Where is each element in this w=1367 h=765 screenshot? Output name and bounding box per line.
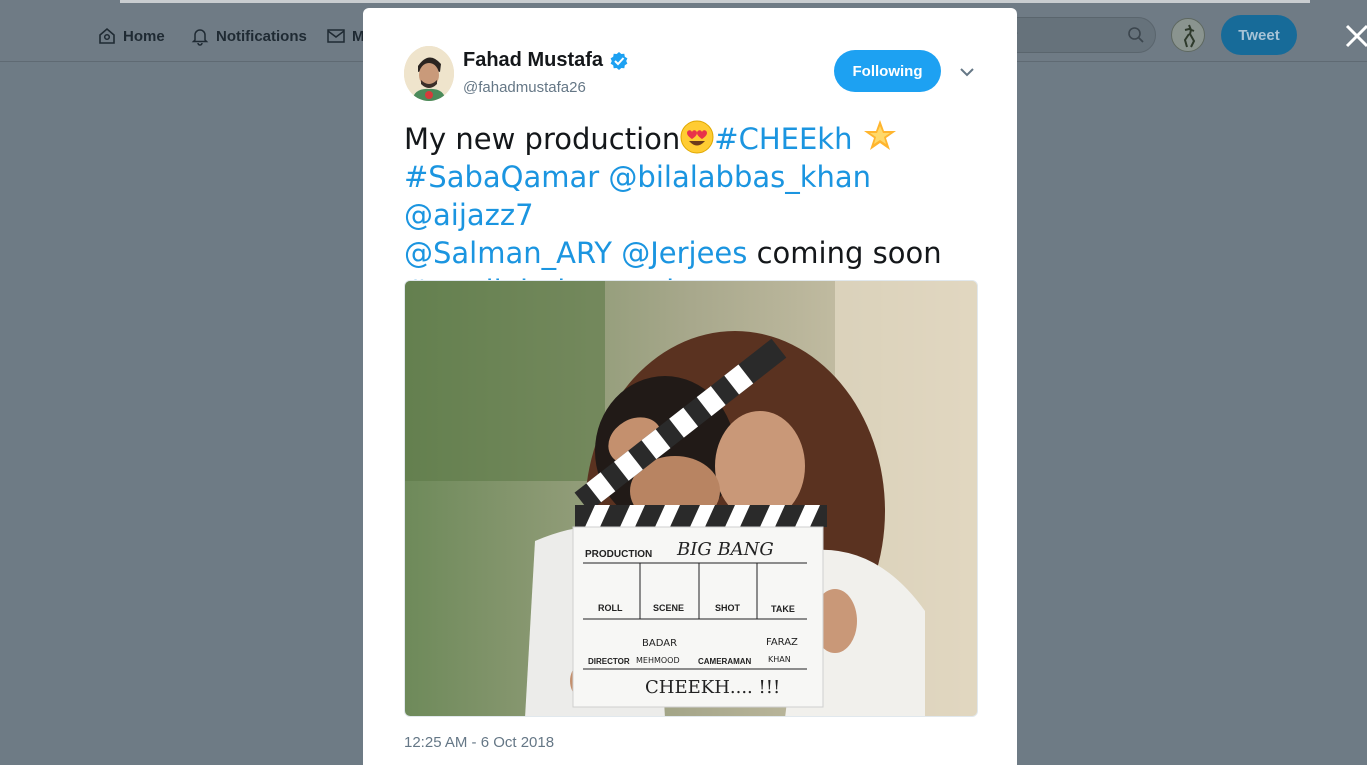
compose-tweet-button[interactable]: Tweet xyxy=(1221,15,1297,55)
nav-messages[interactable]: M xyxy=(326,24,365,48)
clapper-director-value-1: BADAR xyxy=(642,638,677,649)
envelope-icon xyxy=(327,29,345,43)
author-name[interactable]: Fahad Mustafa xyxy=(463,49,629,72)
clapper-shot-label: SHOT xyxy=(715,603,741,613)
nav-notifications[interactable]: Notifications xyxy=(190,24,307,48)
author-name-text: Fahad Mustafa xyxy=(463,49,604,71)
chevron-down-icon[interactable] xyxy=(957,64,977,80)
heart-eyes-emoji-icon xyxy=(680,120,714,154)
clapper-roll-label: ROLL xyxy=(598,603,623,613)
top-strip xyxy=(120,0,1310,3)
hashtag-sabaqamar[interactable]: #SabaQamar xyxy=(404,160,599,194)
author-avatar[interactable] xyxy=(404,46,454,101)
mention-salman-ary[interactable]: @Salman_ARY xyxy=(404,236,612,270)
following-button[interactable]: Following xyxy=(834,50,941,92)
clapper-director-value-2: MEHMOOD xyxy=(636,656,680,665)
search-icon xyxy=(1128,27,1144,43)
verified-badge-icon xyxy=(610,51,628,70)
clapper-director-label: DIRECTOR xyxy=(588,657,630,666)
glowing-star-emoji-icon xyxy=(863,120,896,150)
home-icon xyxy=(99,27,115,44)
tweet-media-photo[interactable]: PRODUCTION BIG BANG ROLL SCENE SHOT TAKE… xyxy=(404,280,978,717)
clapper-cameraman-label: CAMERAMAN xyxy=(698,657,752,666)
clapper-title: CHEEKH.... !!! xyxy=(645,677,780,698)
nav-home-label: Home xyxy=(123,27,165,45)
nav-notifications-label: Notifications xyxy=(216,27,307,45)
hashtag-cheekh[interactable]: #CHEEkh xyxy=(714,122,852,156)
mention-jerjees[interactable]: @Jerjees xyxy=(621,236,747,270)
clapper-cameraman-value-2: KHAN xyxy=(768,655,791,664)
bell-icon xyxy=(191,29,209,46)
nav-home[interactable]: Home xyxy=(97,24,165,48)
mention-bilalabbas-khan[interactable]: @bilalabbas_khan xyxy=(608,160,871,194)
tweet-modal: Fahad Mustafa @fahadmustafa26 Following … xyxy=(363,8,1017,765)
tweet-timestamp[interactable]: 12:25 AM - 6 Oct 2018 xyxy=(404,734,554,751)
clapper-take-label: TAKE xyxy=(771,604,795,614)
tweet-text-intro: My new production xyxy=(404,122,681,156)
mention-aijazz7[interactable]: @aijazz7 xyxy=(404,198,534,232)
clapper-cameraman-value-1: FARAZ xyxy=(766,637,798,648)
search-input[interactable]: r xyxy=(1000,17,1156,53)
author-portrait-icon xyxy=(404,46,454,101)
clapperboard-photo: PRODUCTION BIG BANG ROLL SCENE SHOT TAKE… xyxy=(405,281,977,716)
account-avatar[interactable] xyxy=(1171,18,1205,52)
clapper-production-value: BIG BANG xyxy=(676,539,774,560)
clapper-production-label: PRODUCTION xyxy=(585,549,652,560)
close-icon[interactable] xyxy=(1343,22,1367,50)
tweet-text-outro: coming soon xyxy=(756,236,942,270)
author-handle[interactable]: @fahadmustafa26 xyxy=(463,79,586,96)
clapper-scene-label: SCENE xyxy=(653,603,684,613)
